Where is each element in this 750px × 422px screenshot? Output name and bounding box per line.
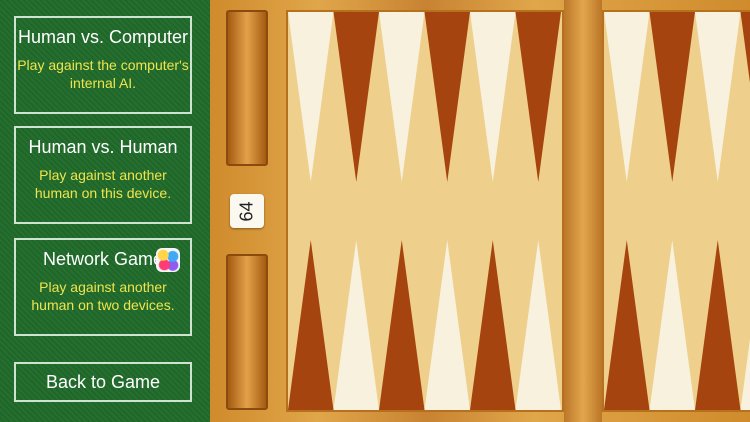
point-bottom-right-4[interactable]: [740, 240, 750, 410]
point-bottom-left-4[interactable]: [424, 240, 471, 410]
point-top-left-5[interactable]: [470, 12, 516, 182]
point-top-right-4[interactable]: [740, 12, 750, 182]
point-bottom-left-5[interactable]: [470, 240, 516, 410]
point-top-right-2[interactable]: [649, 12, 696, 182]
point-top-right-3[interactable]: [695, 12, 741, 182]
board-points: [288, 12, 750, 410]
point-top-right-1[interactable]: [604, 12, 650, 182]
point-top-left-2[interactable]: [333, 12, 380, 182]
point-bottom-right-1[interactable]: [604, 240, 650, 410]
point-bottom-left-2[interactable]: [333, 240, 380, 410]
point-bottom-left-6[interactable]: [515, 240, 562, 410]
point-top-left-3[interactable]: [379, 12, 425, 182]
point-bottom-left-3[interactable]: [379, 240, 425, 410]
point-top-left-1[interactable]: [288, 12, 334, 182]
point-bottom-left-1[interactable]: [288, 240, 334, 410]
point-bottom-right-3[interactable]: [695, 240, 741, 410]
point-top-left-6[interactable]: [515, 12, 562, 182]
point-top-left-4[interactable]: [424, 12, 471, 182]
point-bottom-right-2[interactable]: [649, 240, 696, 410]
